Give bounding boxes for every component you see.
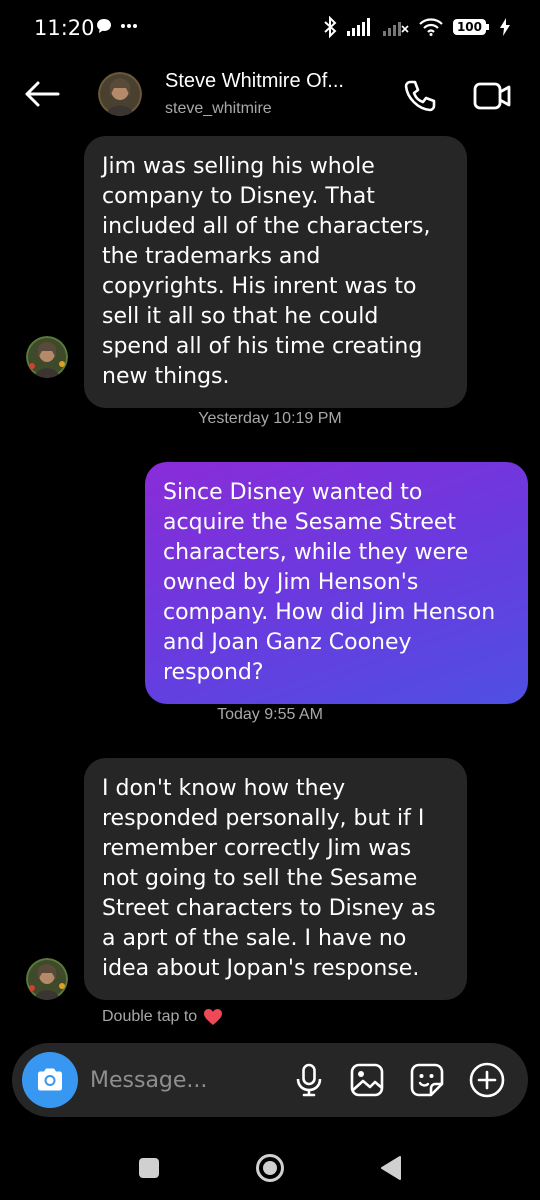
phone-icon [404,80,436,112]
plus-circle-icon [469,1062,505,1098]
home-button[interactable] [252,1150,288,1186]
contact-username[interactable]: steve_whitmire [165,100,272,118]
signal-icon [346,18,370,36]
double-tap-hint: Double tap to [102,1008,223,1026]
message-composer [12,1043,528,1117]
voice-message-button[interactable] [290,1061,328,1099]
video-call-button[interactable] [470,76,514,116]
bluetooth-icon [324,16,337,38]
sticker-button[interactable] [408,1061,446,1099]
signal-no-service-icon [382,22,409,36]
triangle-back-icon [381,1156,401,1180]
square-icon [139,1158,159,1178]
microphone-icon [296,1063,322,1097]
profile-photo [26,336,68,378]
gallery-button[interactable] [348,1061,386,1099]
incoming-message-bubble[interactable]: Jim was selling his whole company to Dis… [84,136,467,408]
arrow-left-icon [25,81,60,107]
recent-apps-button[interactable] [131,1150,167,1186]
battery-icon: 100 [452,19,490,35]
wifi-icon [419,18,443,36]
audio-call-button[interactable] [400,76,440,116]
sender-avatar[interactable] [26,958,68,1000]
more-options-button[interactable] [468,1061,506,1099]
image-icon [350,1063,384,1097]
contact-name[interactable]: Steve Whitmire Of... [165,70,344,93]
camera-button[interactable] [22,1052,78,1108]
incoming-message-bubble[interactable]: I don't know how they responded personal… [84,758,467,1000]
battery-level: 100 [452,19,486,35]
system-nav-bar [0,1130,540,1200]
home-circle-icon [256,1154,284,1182]
timestamp: Yesterday 10:19 PM [198,410,342,427]
message-input[interactable] [90,1063,280,1097]
chat-bubble-icon [97,19,111,33]
chat-header: Steve Whitmire Of... steve_whitmire [0,60,540,130]
profile-photo [98,72,142,116]
camera-icon [38,1068,62,1091]
heart-icon [204,1009,223,1025]
status-time: 11:20 [34,16,95,40]
status-bar: 11:20 100 [0,0,540,60]
back-nav-button[interactable] [373,1150,409,1186]
back-button[interactable] [22,76,62,112]
double-tap-text: Double tap to [102,1008,198,1025]
outgoing-message-bubble[interactable]: Since Disney wanted to acquire the Sesam… [145,462,528,704]
video-camera-icon [473,82,511,110]
timestamp: Today 9:55 AM [217,706,323,723]
sender-avatar[interactable] [26,336,68,378]
charging-icon [500,18,510,36]
more-dots-icon [121,24,137,28]
sticker-icon [410,1063,444,1097]
profile-photo [26,958,68,1000]
avatar[interactable] [98,72,142,116]
